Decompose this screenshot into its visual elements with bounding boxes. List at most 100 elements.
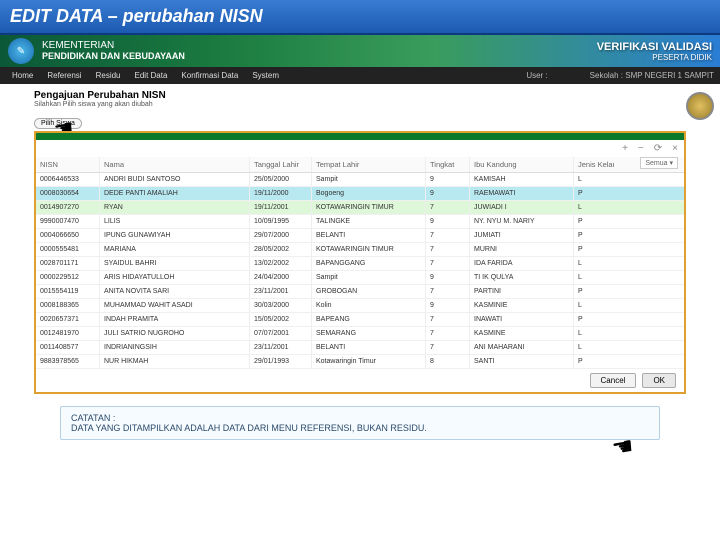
cell-nisn: 0015554119 <box>36 285 100 298</box>
cell-tmp: GROBOGAN <box>312 285 426 298</box>
col-ibu[interactable]: Ibu Kandung <box>470 157 574 172</box>
user-label: User : <box>526 71 547 80</box>
cell-tgl: 19/11/2000 <box>250 187 312 200</box>
menu-konfirmasi[interactable]: Konfirmasi Data <box>175 69 244 82</box>
cell-tmp: Kolin <box>312 299 426 312</box>
cell-tmp: Bogoeng <box>312 187 426 200</box>
cell-tmp: BELANTI <box>312 229 426 242</box>
page-subtitle: Silahkan Pilih siswa yang akan diubah <box>34 101 686 108</box>
cell-tk: 7 <box>426 243 470 256</box>
cell-nama: SYAIDUL BAHRI <box>100 257 250 270</box>
menu-referensi[interactable]: Referensi <box>41 69 87 82</box>
cell-tgl: 29/07/2000 <box>250 229 312 242</box>
title-bar: EDIT DATA – perubahan NISN <box>0 0 720 35</box>
window-icons: + − ⟳ × <box>36 140 684 157</box>
cell-tk: 7 <box>426 285 470 298</box>
cell-nisn: 0012481970 <box>36 327 100 340</box>
cell-jk: L <box>574 201 614 214</box>
cell-nisn: 0004066650 <box>36 229 100 242</box>
menu-residu[interactable]: Residu <box>90 69 127 82</box>
cell-nisn: 0014907270 <box>36 201 100 214</box>
cell-tmp: KOTAWARINGIN TIMUR <box>312 243 426 256</box>
page-body: Pengajuan Perubahan NISN Silahkan Pilih … <box>0 84 720 131</box>
crest-badge-icon <box>686 92 714 120</box>
cell-tmp: KOTAWARINGIN TIMUR <box>312 201 426 214</box>
cancel-button[interactable]: Cancel <box>590 373 637 388</box>
cell-nama: DEDE PANTI AMALIAH <box>100 187 250 200</box>
table-row[interactable]: 0012481970JULI SATRIO NUGROHO07/07/2001S… <box>36 327 684 341</box>
cell-nisn: 0000555481 <box>36 243 100 256</box>
cell-nama: JULI SATRIO NUGROHO <box>100 327 250 340</box>
page-title: Pengajuan Perubahan NISN <box>34 90 686 101</box>
col-tempat[interactable]: Tempat Lahir <box>312 157 426 172</box>
cell-nama: INDRIANINGSIH <box>100 341 250 354</box>
table-row[interactable]: 9990007470LILIS10/09/1995TALINGKE9NY. NY… <box>36 215 684 229</box>
col-tingkat[interactable]: Tingkat <box>426 157 470 172</box>
cell-tmp: SEMARANG <box>312 327 426 340</box>
table-row[interactable]: 0011408577INDRIANINGSIH23/11/2001BELANTI… <box>36 341 684 355</box>
cell-tk: 7 <box>426 229 470 242</box>
table-row[interactable]: 0008188365MUHAMMAD WAHIT ASADI30/03/2000… <box>36 299 684 313</box>
col-nisn[interactable]: NISN <box>36 157 100 172</box>
menu-edit-data[interactable]: Edit Data <box>129 69 174 82</box>
cell-ibu: JUMIATI <box>470 229 574 242</box>
table-row[interactable]: 0015554119ANITA NOVITA SARI23/11/2001GRO… <box>36 285 684 299</box>
verification-label: VERIFIKASI VALIDASI PESERTA DIDIK <box>597 41 712 62</box>
cell-nama: LILIS <box>100 215 250 228</box>
cell-tmp: BELANTI <box>312 341 426 354</box>
cell-tk: 9 <box>426 299 470 312</box>
cell-tk: 7 <box>426 201 470 214</box>
table-row[interactable]: 0028701171SYAIDUL BAHRI13/02/2002BAPANGG… <box>36 257 684 271</box>
close-icon[interactable]: × <box>672 143 678 154</box>
note-body: DATA YANG DITAMPILKAN ADALAH DATA DARI M… <box>71 423 649 433</box>
ministry-label: KEMENTERIAN PENDIDIKAN DAN KEBUDAYAAN <box>42 40 597 62</box>
cell-jk: P <box>574 243 614 256</box>
col-jk[interactable]: Jenis Kelamin <box>574 157 614 172</box>
cell-nama: RYAN <box>100 201 250 214</box>
panel-header-bar <box>36 133 684 140</box>
table-row[interactable]: 0006446533ANDRI BUDI SANTOSO25/05/2000Sa… <box>36 173 684 187</box>
cell-jk: P <box>574 215 614 228</box>
school-label: Sekolah : SMP NEGERI 1 SAMPIT <box>590 71 714 80</box>
cell-nisn: 0008188365 <box>36 299 100 312</box>
cell-tmp: BAPEANG <box>312 313 426 326</box>
cell-jk: L <box>574 341 614 354</box>
table-row[interactable]: 0000229512ARIS HIDAYATULLOH24/04/2000Sam… <box>36 271 684 285</box>
filter-semua[interactable]: Semua ▾ <box>640 157 678 169</box>
cell-tgl: 10/09/1995 <box>250 215 312 228</box>
cell-nama: MARIANA <box>100 243 250 256</box>
vv-line1: VERIFIKASI VALIDASI <box>597 41 712 53</box>
cell-tgl: 23/11/2001 <box>250 285 312 298</box>
table-row[interactable]: 0004066650IPUNG GUNAWIYAH29/07/2000BELAN… <box>36 229 684 243</box>
refresh-icon[interactable]: ⟳ <box>654 143 662 154</box>
minus-icon[interactable]: − <box>638 143 644 154</box>
table-row[interactable]: 9883978565NUR HIKMAH29/01/1993Kotawaring… <box>36 355 684 369</box>
cell-nama: NUR HIKMAH <box>100 355 250 368</box>
cell-ibu: IDA FARIDA <box>470 257 574 270</box>
cell-tk: 8 <box>426 355 470 368</box>
ok-button[interactable]: OK <box>642 373 676 388</box>
menu-home[interactable]: Home <box>6 69 39 82</box>
cell-jk: L <box>574 327 614 340</box>
table-row[interactable]: 0020657371INDAH PRAMITA15/05/2002BAPEANG… <box>36 313 684 327</box>
table-body: 0006446533ANDRI BUDI SANTOSO25/05/2000Sa… <box>36 173 684 369</box>
cell-ibu: KASMINE <box>470 327 574 340</box>
cell-tgl: 24/04/2000 <box>250 271 312 284</box>
col-tgl[interactable]: Tanggal Lahir <box>250 157 312 172</box>
table-row[interactable]: 0008030654DEDE PANTI AMALIAH19/11/2000Bo… <box>36 187 684 201</box>
cell-tmp: Sampit <box>312 173 426 186</box>
menu-system[interactable]: System <box>246 69 285 82</box>
cell-nisn: 0011408577 <box>36 341 100 354</box>
cell-tk: 7 <box>426 257 470 270</box>
cell-nama: ANITA NOVITA SARI <box>100 285 250 298</box>
cell-tk: 9 <box>426 173 470 186</box>
cell-tk: 9 <box>426 187 470 200</box>
col-nama[interactable]: Nama <box>100 157 250 172</box>
pilih-siswa-button[interactable]: Pilih Siswa <box>34 118 82 129</box>
table-row[interactable]: 0000555481MARIANA28/05/2002KOTAWARINGIN … <box>36 243 684 257</box>
cell-tk: 7 <box>426 341 470 354</box>
table-row[interactable]: 0014907270RYAN19/11/2001KOTAWARINGIN TIM… <box>36 201 684 215</box>
cell-ibu: RAEMAWATI <box>470 187 574 200</box>
cell-tmp: BAPANGGANG <box>312 257 426 270</box>
add-icon[interactable]: + <box>622 143 628 154</box>
